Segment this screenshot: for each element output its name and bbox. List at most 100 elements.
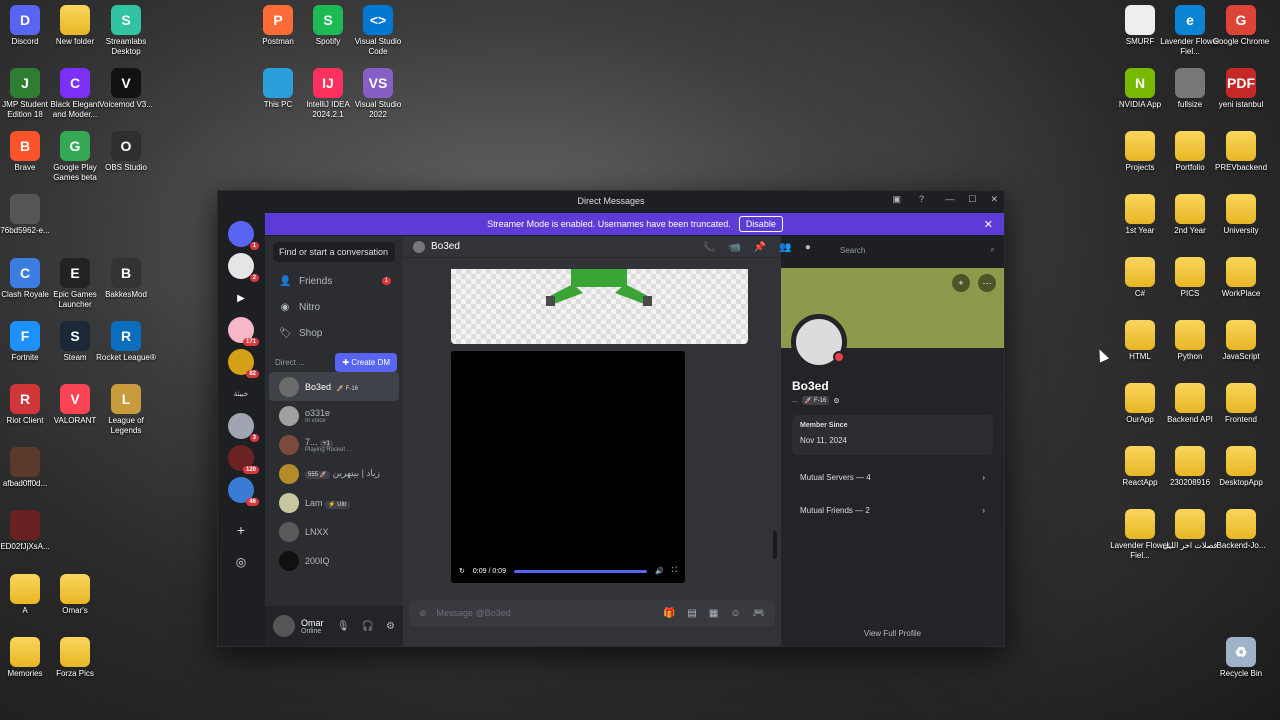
mutual-friends-link[interactable]: Mutual Friends — 2 ›	[792, 497, 993, 523]
server-icon[interactable]: ▶	[228, 285, 254, 311]
view-full-profile-link[interactable]: View Full Profile	[781, 629, 1004, 638]
desktop-icon[interactable]: S Streamlabs Desktop	[96, 5, 156, 57]
more-options-icon[interactable]: ⋯	[978, 274, 996, 292]
scrollbar[interactable]	[773, 531, 777, 559]
inbox-icon[interactable]: ▣	[892, 194, 901, 205]
add-attachment-icon[interactable]: ⊕	[419, 608, 427, 619]
desktop-icon[interactable]: ED02fJjXsA...	[0, 510, 55, 552]
desktop-icon[interactable]: afbad0ff0d...	[0, 447, 55, 489]
avatar[interactable]	[273, 615, 295, 637]
dm-activity: In voice	[305, 417, 326, 424]
mutual-servers-link[interactable]: Mutual Servers — 4 ›	[792, 464, 993, 490]
app-icon: R	[111, 321, 141, 351]
desktop-icon[interactable]: B BakkesMod	[96, 258, 156, 300]
dm-item[interactable]: 7... +1 Playing Rocket ...	[269, 430, 399, 459]
desktop-icon[interactable]: Frontend	[1211, 383, 1271, 425]
dm-item[interactable]: Lam ⚡ Ultr	[269, 488, 399, 517]
voice-call-icon[interactable]: 📞	[703, 242, 715, 253]
dm-item[interactable]: زياد | بيتهرين 🚀 555	[269, 459, 399, 488]
nav-item-nitro[interactable]: ◉ Nitro	[265, 294, 403, 320]
discover-icon[interactable]: ◎	[228, 549, 254, 575]
disable-button[interactable]: Disable	[738, 216, 783, 232]
add-friends-icon[interactable]: 👥	[779, 242, 791, 253]
folder-icon	[1175, 509, 1205, 539]
desktop-icon[interactable]: University	[1211, 194, 1271, 236]
app-icon: C	[60, 68, 90, 98]
desktop-icon[interactable]: Omar's	[45, 574, 105, 616]
desktop-icon[interactable]: V Voicemod V3...	[96, 68, 156, 110]
dm-item[interactable]: o331e In voice	[269, 401, 399, 430]
desktop-icon[interactable]: ♻ Recycle Bin	[1211, 637, 1271, 679]
folder-icon	[1175, 446, 1205, 476]
maximize-button[interactable]: ☐	[968, 194, 976, 205]
sticker-icon[interactable]: ▦	[709, 608, 718, 619]
folder-icon	[1226, 131, 1256, 161]
user-profile-icon[interactable]: ●	[805, 242, 811, 253]
minimize-button[interactable]: —	[945, 194, 954, 205]
chevron-right-icon: ›	[982, 472, 985, 482]
desktop-icon[interactable]: PDF yeni istanbul	[1211, 68, 1271, 110]
activities-icon[interactable]: 🎮	[753, 608, 765, 619]
video-progress[interactable]	[513, 569, 648, 573]
dm-item[interactable]: Bo3ed 🚀 F-16	[269, 372, 399, 401]
server-icon[interactable]: 82	[228, 349, 259, 378]
headphones-icon[interactable]: 🎧	[362, 621, 374, 632]
dm-item[interactable]: LNXX	[269, 517, 399, 546]
app-icon	[10, 447, 40, 477]
desktop-icon[interactable]: Backend-Jo...	[1211, 509, 1271, 551]
create-dm-button[interactable]: ✚ Create DM	[335, 352, 397, 372]
desktop-icon[interactable]: Forza Pics	[45, 637, 105, 679]
image-attachment[interactable]	[451, 269, 748, 344]
desktop-icon[interactable]: R Rocket League®	[96, 321, 156, 363]
add-server-icon[interactable]: +	[228, 517, 254, 543]
folder-icon	[1125, 383, 1155, 413]
video-attachment[interactable]: ↻ 0:09 / 0:09 🔊 ⛶	[451, 351, 685, 583]
desktop-icon[interactable]: L League of Legends	[96, 384, 156, 436]
profile-avatar[interactable]	[791, 314, 847, 370]
server-icon[interactable]: 2	[228, 253, 259, 282]
folder-icon	[1175, 257, 1205, 287]
fullscreen-icon[interactable]: ⛶	[672, 567, 677, 575]
desktop-icon[interactable]: PREVbackend	[1211, 131, 1271, 173]
gif-icon[interactable]: ▤	[687, 608, 696, 619]
microphone-icon[interactable]: 🎙	[337, 621, 350, 632]
user-profile-panel: + ⋯ Bo3ed ... 🚀 F-16 ⚙ Member Since Nov …	[781, 268, 1004, 646]
desktop-icon[interactable]: JavaScript	[1211, 320, 1271, 362]
desktop-icon[interactable]: DesktopApp	[1211, 446, 1271, 488]
replay-icon[interactable]: ↻	[459, 567, 465, 575]
settings-gear-icon[interactable]: ⚙	[386, 621, 395, 632]
dm-item[interactable]: 200IQ	[269, 546, 399, 575]
home-button[interactable]: 1	[228, 221, 259, 250]
help-icon[interactable]: ?	[919, 194, 924, 205]
desktop-icon[interactable]: O OBS Studio	[96, 131, 156, 173]
search-input[interactable]: Search ⌕	[835, 242, 1000, 258]
desktop-icon[interactable]: 76bd5962-e...	[0, 194, 55, 236]
desktop-icon[interactable]: G Google Chrome	[1211, 5, 1271, 47]
nav-item-shop[interactable]: 🏷 Shop	[265, 320, 403, 346]
close-icon[interactable]: ✕	[984, 218, 993, 231]
desktop-icon[interactable]: WorkPlace	[1211, 257, 1271, 299]
server-icon[interactable]: خبيثة	[228, 381, 254, 407]
desktop-icon-label: League of Legends	[108, 416, 144, 435]
avatar	[279, 521, 299, 542]
server-icon[interactable]: 120	[228, 445, 259, 474]
emoji-icon[interactable]: ☺	[730, 608, 740, 619]
desktop-icon[interactable]: <> Visual Studio Code	[348, 5, 408, 57]
dm-tag: 🚀 555	[305, 471, 331, 479]
desktop-icon[interactable]: VS Visual Studio 2022	[348, 68, 408, 120]
profile-name: Bo3ed	[792, 379, 829, 393]
server-icon[interactable]: 3	[228, 413, 259, 442]
server-icon[interactable]: 171	[228, 317, 259, 346]
nav-item-friends[interactable]: 👤 Friends 1	[265, 268, 403, 294]
app-icon: D	[10, 5, 40, 35]
pin-icon[interactable]: 📌	[754, 242, 766, 253]
server-icon[interactable]: 46	[228, 477, 259, 506]
find-conversation-button[interactable]: Find or start a conversation	[273, 242, 395, 262]
message-input[interactable]: Message @Bo3ed	[437, 608, 511, 618]
app-icon	[10, 510, 40, 540]
video-call-icon[interactable]: 📹	[728, 242, 740, 253]
add-friend-icon[interactable]: +	[952, 274, 970, 292]
volume-icon[interactable]: 🔊	[655, 567, 664, 575]
close-window-button[interactable]: ✕	[990, 194, 998, 205]
gift-icon[interactable]: 🎁	[663, 608, 675, 619]
